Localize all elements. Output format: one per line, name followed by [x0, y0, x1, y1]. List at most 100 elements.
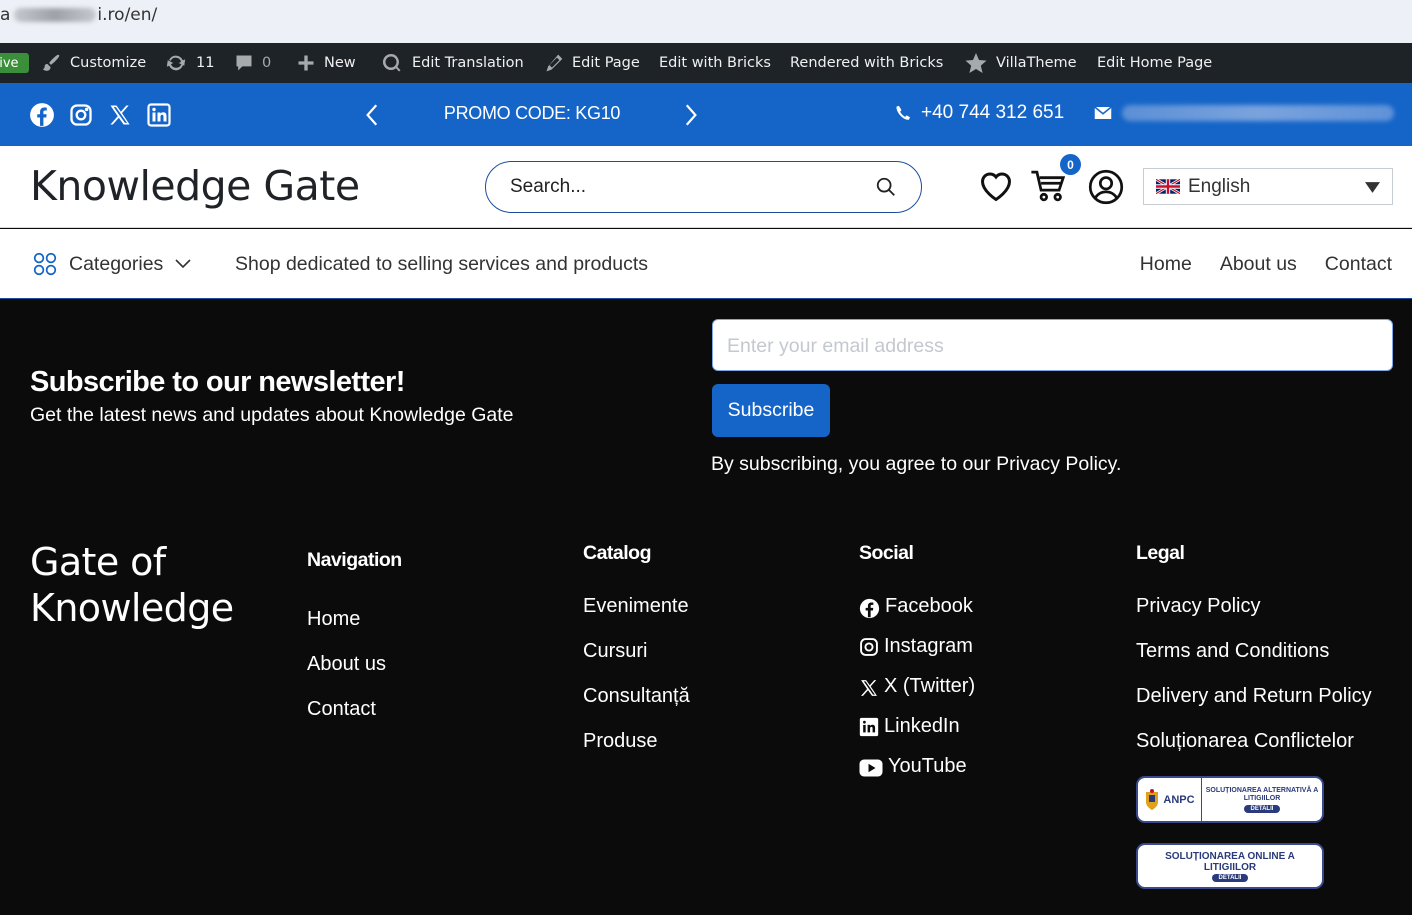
url-suffix: i.ro/en/: [97, 5, 158, 25]
footer-brand-line-2: Knowledge: [30, 586, 234, 630]
comments-count: 0: [262, 55, 272, 71]
new-label: New: [324, 55, 356, 71]
footer-navigation-column: Navigation Home About us Contact: [307, 549, 402, 743]
x-twitter-icon[interactable]: [107, 102, 133, 128]
footer-legal-privacy[interactable]: Privacy Policy: [1136, 595, 1372, 640]
villatheme-link[interactable]: VillaTheme: [964, 43, 1077, 83]
footer-catalog-cursuri[interactable]: Cursuri: [583, 640, 690, 685]
language-label: English: [1188, 175, 1251, 197]
promo-next-arrow[interactable]: [677, 102, 703, 128]
newsletter-title: Subscribe to our newsletter!: [30, 366, 405, 398]
phone-icon: [894, 104, 912, 122]
subscribe-button[interactable]: Subscribe: [712, 384, 830, 437]
categories-label: Categories: [69, 252, 164, 275]
footer-nav-home[interactable]: Home: [307, 608, 402, 653]
footer-social-x[interactable]: X (Twitter): [859, 675, 975, 715]
search-input[interactable]: [510, 174, 850, 200]
email-link[interactable]: [1094, 105, 1394, 121]
footer-brand-line-1: Gate of: [30, 540, 166, 584]
mail-icon: [1094, 106, 1112, 120]
url-prefix: a: [0, 5, 11, 25]
edit-page-label: Edit Page: [572, 55, 640, 71]
footer-social-facebook-label: Facebook: [885, 595, 973, 617]
footer-nav-about-us[interactable]: About us: [307, 653, 402, 698]
footer-catalog-produse[interactable]: Produse: [583, 730, 690, 775]
nav-about-us[interactable]: About us: [1220, 253, 1297, 276]
footer-social-instagram[interactable]: Instagram: [859, 635, 975, 675]
footer-brand: Gate of Knowledge: [30, 539, 234, 631]
customize-link[interactable]: Customize: [40, 43, 146, 83]
phone-number: +40 744 312 651: [921, 102, 1065, 123]
search-icon[interactable]: [875, 176, 897, 198]
anpc-label: ANPC: [1163, 793, 1195, 806]
blurred-email: [1122, 105, 1394, 121]
account-icon[interactable]: [1088, 169, 1124, 205]
edit-home-page-link[interactable]: Edit Home Page: [1097, 43, 1212, 83]
footer-catalog-consultanta[interactable]: Consultanță: [583, 685, 690, 730]
x-twitter-icon: [859, 678, 879, 698]
instagram-icon[interactable]: [68, 102, 94, 128]
top-social-links: [29, 102, 172, 128]
phone-link[interactable]: +40 744 312 651: [894, 102, 1064, 124]
site-logo[interactable]: Knowledge Gate: [30, 162, 360, 210]
categories-menu[interactable]: Categories: [32, 251, 192, 277]
nav-contact[interactable]: Contact: [1325, 253, 1392, 276]
language-select[interactable]: English: [1143, 168, 1393, 205]
top-nav-links: Home About us Contact: [1140, 253, 1392, 276]
comments-link[interactable]: 0: [234, 43, 271, 83]
site-footer: Subscribe to our newsletter! Get the lat…: [0, 299, 1412, 915]
footer-social-facebook[interactable]: Facebook: [859, 595, 975, 635]
search-box: [485, 161, 922, 213]
rendered-with-bricks-link[interactable]: Rendered with Bricks: [790, 43, 943, 83]
anpc-sal-badge[interactable]: ANPC SOLUȚIONAREA ALTERNATIVĂ A LITIGIIL…: [1136, 776, 1324, 823]
footer-social-x-label: X (Twitter): [884, 675, 976, 697]
facebook-icon[interactable]: [29, 102, 55, 128]
linkedin-icon[interactable]: [146, 102, 172, 128]
footer-nav-contact[interactable]: Contact: [307, 698, 402, 743]
chevron-down-icon: [174, 258, 192, 270]
newsletter-email-box: [712, 319, 1393, 371]
facebook-icon: [859, 598, 880, 619]
newsletter-subtitle: Get the latest news and updates about Kn…: [30, 404, 514, 426]
anpc-sol-badge[interactable]: SOLUȚIONAREA ONLINE A LITIGIILOR DETALII: [1136, 843, 1324, 889]
footer-legal-conflicts[interactable]: Soluționarea Conflictelor: [1136, 730, 1372, 775]
newsletter-email-input[interactable]: [727, 333, 1367, 359]
cart-count-badge: 0: [1060, 154, 1081, 175]
grid-icon: [32, 251, 58, 277]
customize-label: Customize: [70, 55, 147, 71]
anpc-sal-title: SOLUȚIONAREA ALTERNATIVĂ A LITIGIILOR: [1205, 786, 1319, 802]
footer-legal-terms[interactable]: Terms and Conditions: [1136, 640, 1372, 685]
site-header: Knowledge Gate 0 English: [0, 146, 1412, 228]
browser-url-bar[interactable]: a i.ro/en/: [0, 0, 1412, 43]
footer-legal-title: Legal: [1136, 542, 1185, 564]
live-badge[interactable]: Live: [0, 53, 29, 73]
linkedin-icon: [859, 717, 879, 737]
footer-legal-delivery[interactable]: Delivery and Return Policy: [1136, 685, 1372, 730]
newsletter-agreement: By subscribing, you agree to our Privacy…: [711, 453, 1122, 475]
main-nav-bar: Categories Shop dedicated to selling ser…: [0, 229, 1412, 299]
cart-icon[interactable]: [1030, 169, 1066, 203]
edit-with-bricks-label: Edit with Bricks: [659, 55, 771, 71]
edit-translation-label: Edit Translation: [412, 55, 524, 71]
footer-social-linkedin-label: LinkedIn: [884, 715, 960, 737]
edit-translation-link[interactable]: Edit Translation: [380, 43, 524, 83]
wp-admin-bar: Live Customize 11 0 New Edit Translation…: [0, 43, 1412, 83]
uk-flag-icon: [1156, 179, 1180, 194]
new-content-link[interactable]: New: [296, 43, 356, 83]
promo-bar: PROMO CODE: KG10 +40 744 312 651: [0, 83, 1412, 146]
footer-navigation-title: Navigation: [307, 549, 402, 571]
edit-with-bricks-link[interactable]: Edit with Bricks: [659, 43, 771, 83]
wishlist-heart-icon[interactable]: [978, 169, 1014, 203]
nav-home[interactable]: Home: [1140, 253, 1192, 276]
translation-icon: [380, 51, 404, 75]
anpc-logo: ANPC: [1138, 778, 1202, 821]
promo-prev-arrow[interactable]: [360, 102, 386, 128]
edit-page-link[interactable]: Edit Page: [544, 43, 640, 83]
footer-social-linkedin[interactable]: LinkedIn: [859, 715, 975, 755]
updates-link[interactable]: 11: [164, 43, 214, 83]
footer-catalog-evenimente[interactable]: Evenimente: [583, 595, 690, 640]
url-text: a i.ro/en/: [0, 5, 157, 25]
coat-of-arms-icon: [1144, 788, 1160, 812]
instagram-icon: [859, 637, 879, 657]
footer-social-youtube[interactable]: YouTube: [859, 755, 975, 795]
